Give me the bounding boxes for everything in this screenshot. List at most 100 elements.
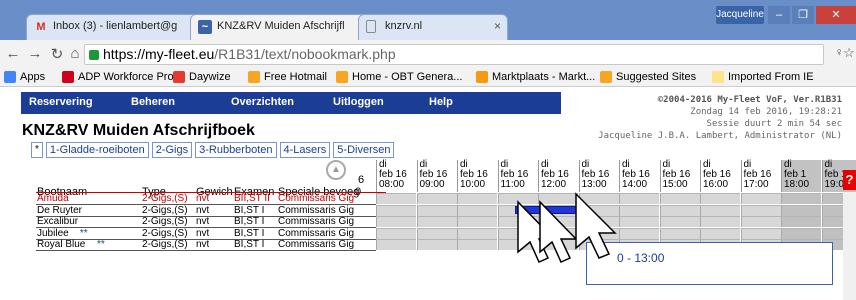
tab-gmail[interactable]: M Inbox (3) - lienlambert@g × [26, 14, 206, 40]
boat-stars: ** [79, 227, 88, 239]
browser-toolbar: ← → ↻ ⌂ https://my-fleet.eu/R1B31/text/n… [0, 40, 856, 68]
bookmark-item[interactable]: ADP Workforce Prof... [62, 71, 186, 83]
category-tab[interactable]: 4-Lasers [279, 142, 331, 158]
time-slot[interactable] [416, 204, 457, 216]
hour-header: di feb 16 11:00 [497, 160, 538, 192]
time-slot[interactable] [457, 227, 497, 239]
home-icon[interactable]: ⌂ [66, 45, 84, 62]
boat-name[interactable]: Excalibur [37, 216, 78, 227]
time-slot[interactable] [700, 216, 740, 227]
menu-overzichten[interactable]: Overzichten [231, 96, 294, 108]
time-slot[interactable] [781, 227, 821, 239]
time-slot[interactable] [457, 216, 497, 227]
close-window-icon[interactable]: ✕ [816, 6, 856, 24]
bookmark-icon [173, 71, 185, 83]
time-slot[interactable] [416, 193, 457, 204]
menu-help[interactable]: Help [429, 96, 453, 108]
time-slot[interactable] [619, 216, 659, 227]
copyright: ©2004-2016 My-Fleet VoF, Ver.R1B31 [657, 95, 842, 105]
tab-fleet[interactable]: ~ KNZ&RV Muiden Afschrijfl × [190, 14, 372, 40]
table-row[interactable]: Jubilee ** 2-Gigs,(S) nvt BI,ST I Commissaris… [36, 227, 856, 239]
time-slot[interactable] [619, 227, 659, 239]
close-icon[interactable]: × [494, 19, 501, 33]
time-slot[interactable] [740, 216, 781, 227]
scrollbar[interactable] [843, 192, 856, 300]
forward-icon[interactable]: → [26, 45, 44, 62]
scroll-up-icon[interactable]: ▲ [326, 160, 346, 180]
bookmarks-bar: Apps ADP Workforce Prof... Daywize Free Hot… [0, 68, 856, 87]
time-slot[interactable] [700, 193, 740, 204]
menu-reservering[interactable]: Reservering [29, 96, 93, 108]
time-slot[interactable] [619, 193, 659, 204]
back-icon[interactable]: ← [4, 45, 22, 62]
boat-exam: BI,ST I [234, 216, 265, 227]
time-slot[interactable] [740, 193, 781, 204]
address-bar[interactable]: https://my-fleet.eu/R1B31/text/nobookmar… [84, 44, 824, 65]
boat-name[interactable]: Amuda [37, 193, 69, 204]
category-tab[interactable]: 2-Gigs [151, 142, 193, 158]
time-slot[interactable] [740, 204, 781, 216]
category-tab[interactable]: 3-Rubberboten [195, 142, 277, 158]
boat-stars: ** [97, 239, 105, 250]
time-slot[interactable] [376, 216, 416, 227]
category-tab[interactable]: 1-Gladde-roeiboten [45, 142, 149, 158]
time-slot[interactable] [700, 227, 740, 239]
time-slot[interactable] [376, 227, 416, 239]
time-slot[interactable] [457, 204, 497, 216]
time-slot[interactable] [416, 227, 457, 239]
star-icon[interactable]: ☆ [840, 45, 856, 61]
time-slot[interactable] [416, 239, 457, 250]
page-title: KNZ&RV Muiden Afschrijfboek [22, 122, 255, 139]
boat-name[interactable]: Royal Blue [37, 239, 85, 250]
hour-header-time: 11:00 [500, 179, 525, 190]
minimize-icon[interactable]: – [768, 6, 790, 24]
time-slot[interactable] [700, 204, 740, 216]
time-slot[interactable] [457, 193, 497, 204]
boat-name[interactable]: De Ruyter [37, 205, 82, 216]
menu-uitloggen[interactable]: Uitloggen [333, 96, 384, 108]
bookmark-item[interactable]: Imported From IE [712, 71, 814, 83]
profile-button[interactable]: Jacqueline [716, 6, 764, 24]
category-tab[interactable]: 5-Diversen [333, 142, 395, 158]
maximize-icon[interactable]: ❐ [792, 6, 814, 24]
bookmark-item[interactable]: Daywize [173, 71, 231, 83]
time-slot[interactable] [659, 216, 700, 227]
table-row[interactable]: De Ruyter 2-Gigs,(S) nvt BI,ST I Commissaris… [36, 204, 856, 216]
boat-special: Commissaris Gig [278, 216, 355, 227]
time-slot[interactable] [781, 216, 821, 227]
bookmark-item[interactable]: Home - OBT Genera... [336, 71, 462, 83]
time-slot[interactable] [376, 193, 416, 204]
time-slot[interactable] [376, 204, 416, 216]
time-slot[interactable] [416, 216, 457, 227]
bookmark-label: Marktplaats - Markt... [492, 71, 596, 83]
bookmark-label: Imported From IE [728, 71, 814, 83]
table-row[interactable]: Excalibur 2-Gigs,(S) nvt BI,ST I Commissaris… [36, 216, 856, 227]
time-slot[interactable] [740, 227, 781, 239]
time-slot[interactable] [659, 193, 700, 204]
table-row[interactable]: Amuda 2-Gigs,(S) nvt BII,ST II Commissaris G… [36, 193, 856, 204]
time-slot[interactable] [659, 227, 700, 239]
category-all[interactable]: * [31, 142, 43, 158]
boat-exam: BI,ST I [234, 204, 265, 216]
time-slot[interactable] [376, 239, 416, 250]
tab-knzrv[interactable]: knzrv.nl × [358, 14, 508, 40]
time-slot[interactable] [659, 204, 700, 216]
boat-name[interactable]: Jubilee [37, 228, 69, 239]
time-slot[interactable] [781, 204, 821, 216]
hour-header-time: 12:00 [541, 179, 567, 190]
time-slot[interactable] [457, 239, 497, 250]
help-marker[interactable]: ? [843, 170, 856, 190]
boat-special: Commissaris Gig [278, 239, 355, 250]
time-slot[interactable] [781, 193, 821, 204]
main-menu: Reservering Beheren Overzichten Uitlogge… [21, 92, 561, 114]
bookmark-item[interactable]: Free Hotmail [248, 71, 327, 83]
bookmark-icon [336, 71, 348, 83]
bookmark-item[interactable]: Apps [4, 71, 45, 83]
bookmark-item[interactable]: Suggested Sites [600, 71, 696, 83]
time-slot[interactable] [619, 204, 659, 216]
menu-beheren[interactable]: Beheren [131, 96, 175, 108]
reload-icon[interactable]: ↻ [48, 45, 66, 63]
boat-type: 2-Gigs,(S) [142, 193, 188, 204]
bookmark-icon [248, 71, 260, 83]
bookmark-item[interactable]: Marktplaats - Markt... [476, 71, 595, 83]
